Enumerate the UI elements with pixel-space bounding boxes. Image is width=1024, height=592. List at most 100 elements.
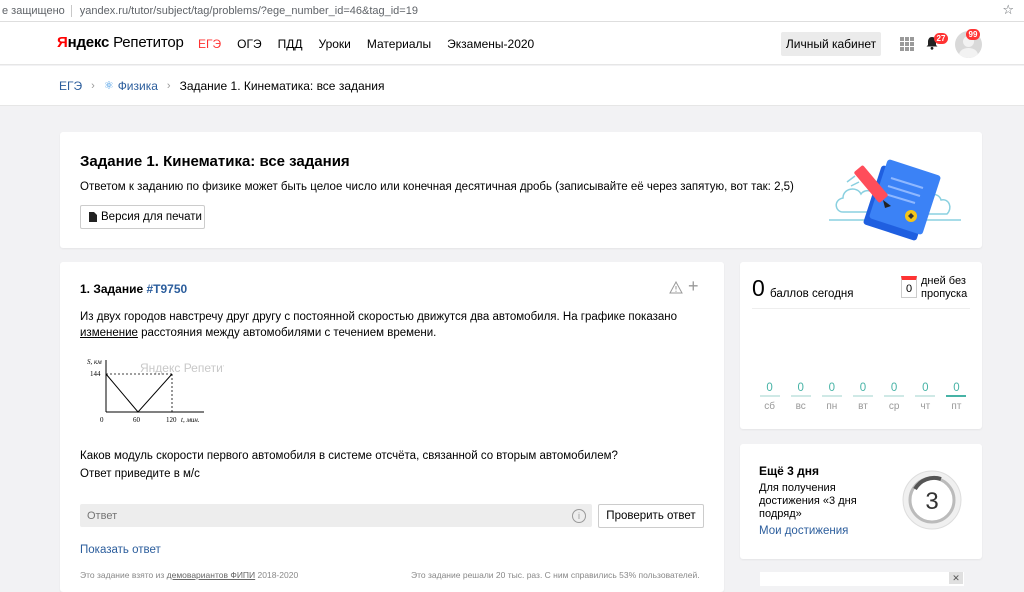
achievement-description: Для получения достижения «3 дня подряд» — [759, 482, 857, 520]
day-sat: 0 сб — [754, 382, 785, 412]
notifications-badge: 27 — [934, 33, 948, 44]
day-label: ср — [888, 401, 900, 412]
graph-y-value: 144 — [90, 370, 101, 378]
problem-solve-stats: Это задание решали 20 тыс. раз. С ним сп… — [411, 570, 700, 580]
info-icon[interactable]: i — [572, 509, 586, 523]
print-version-label: Версия для печати — [101, 211, 202, 223]
day-value: 0 — [946, 382, 967, 397]
day-label: вс — [795, 401, 806, 412]
graph-x-label: t, мин. — [181, 416, 200, 424]
day-value: 0 — [884, 382, 905, 397]
day-wed: 0 ср — [879, 382, 910, 412]
calendar-icon: 0 — [901, 276, 917, 298]
weekly-points: 0 сб 0 вс 0 пн 0 вт 0 ср 0 чт 0 пт — [754, 382, 972, 412]
medal-number: 3 — [925, 488, 938, 515]
logo-letter: Я — [57, 34, 68, 51]
source-years: 2018-2020 — [255, 570, 299, 580]
day-tue: 0 вт — [847, 382, 878, 412]
chevron-right-icon: › — [166, 79, 171, 92]
problem-question: Каков модуль скорости первого автомобиля… — [80, 450, 618, 462]
problem-id-link[interactable]: #T9750 — [146, 282, 187, 296]
nav-oge[interactable]: ОГЭ — [237, 37, 261, 51]
medal-3-days-icon: 3 — [902, 470, 962, 530]
nav-ege[interactable]: ЕГЭ — [198, 37, 221, 51]
breadcrumb: ЕГЭ › ⚛ Физика › Задание 1. Кинематика: … — [0, 66, 1024, 106]
divider — [70, 4, 72, 17]
achievement-title: Ещё 3 дня — [759, 464, 820, 478]
breadcrumb-physics[interactable]: Физика — [118, 79, 158, 93]
check-answer-button[interactable]: Проверить ответ — [598, 504, 704, 528]
problem-card: 1. Задание #T9750 + Из двух городов навс… — [60, 262, 724, 592]
day-label: сб — [764, 401, 775, 412]
main-nav: ЕГЭ ОГЭ ПДД Уроки Материалы Экзамены-202… — [198, 37, 550, 51]
problem-number: 1. Задание — [80, 282, 144, 296]
problem-source: Это задание взято из демовариантов ФИПИ … — [80, 570, 298, 580]
browser-address-bar[interactable]: е защищено yandex.ru/tutor/subject/tag/p… — [0, 0, 1024, 22]
physics-atom-icon: ⚛ — [103, 80, 114, 92]
show-answer-link[interactable]: Показать ответ — [80, 544, 161, 556]
intro-card: Задание 1. Кинематика: все задания Ответ… — [60, 132, 982, 248]
logo-brand: ндекс — [67, 34, 110, 51]
day-value: 0 — [821, 382, 842, 397]
add-to-list-icon[interactable]: + — [688, 277, 699, 295]
graph-watermark: Яндекс Репетитор — [140, 361, 224, 375]
nav-exams-2020[interactable]: Экзамены-2020 — [447, 37, 534, 51]
problem-text-underlined: изменение — [80, 327, 138, 339]
day-sun: 0 вс — [785, 382, 816, 412]
ad-banner[interactable] — [760, 572, 964, 586]
url-text[interactable]: yandex.ru/tutor/subject/tag/problems/?eg… — [80, 5, 418, 17]
graph-x-tick-120: 120 — [166, 416, 177, 424]
day-label: пн — [826, 401, 838, 412]
day-label: вт — [858, 401, 868, 412]
warning-icon[interactable] — [669, 281, 683, 294]
source-prefix: Это задание взято из — [80, 570, 167, 580]
bookmark-star-icon[interactable]: ☆ — [1002, 2, 1014, 18]
print-version-button[interactable]: Версия для печати — [80, 205, 205, 229]
breadcrumb-current: Задание 1. Кинематика: все задания — [179, 78, 385, 93]
nav-lessons[interactable]: Уроки — [319, 37, 351, 51]
chevron-right-icon: › — [91, 79, 95, 92]
problem-header: 1. Задание #T9750 — [80, 282, 187, 296]
points-today-label: баллов сегодня — [770, 288, 854, 300]
graph-y-label: S, км — [87, 358, 102, 366]
page-title: Задание 1. Кинематика: все задания — [80, 153, 350, 170]
document-icon — [89, 212, 97, 222]
page-description: Ответом к заданию по физике может быть ц… — [80, 181, 794, 193]
nav-pdd[interactable]: ПДД — [278, 37, 303, 51]
day-thu: 0 чт — [910, 382, 941, 412]
notebook-pen-illustration-icon — [829, 159, 961, 241]
account-button[interactable]: Личный кабинет — [781, 32, 881, 56]
logo[interactable]: Яндекс Репетитор — [57, 34, 184, 51]
day-mon: 0 пн — [816, 382, 847, 412]
security-status[interactable]: е защищено — [0, 5, 65, 17]
avatar-badge: 99 — [966, 29, 980, 40]
units-hint: Ответ приведите в м/с — [80, 468, 200, 480]
streak-label-line1: дней без — [921, 275, 966, 287]
achievement-card: Ещё 3 дня Для получения достижения «3 дн… — [740, 444, 982, 559]
close-icon[interactable]: ✕ — [949, 572, 963, 584]
problem-text: Из двух городов навстречу друг другу с п… — [80, 309, 680, 341]
divider — [752, 308, 970, 309]
day-fri: 0 пт — [941, 382, 972, 412]
problem-text-part1: Из двух городов навстречу друг другу с п… — [80, 311, 678, 323]
day-value: 0 — [759, 382, 780, 397]
day-value: 0 — [790, 382, 811, 397]
graph-x-tick-60: 60 — [133, 416, 141, 424]
source-link[interactable]: демовариантов ФИПИ — [167, 570, 256, 580]
streak-label-line2: пропуска — [921, 288, 968, 300]
day-label: пт — [951, 401, 962, 412]
points-today-value: 0 — [752, 275, 765, 301]
logo-product: Репетитор — [113, 34, 184, 51]
problem-text-part2: расстояния между автомобилями с течением… — [137, 327, 437, 339]
answer-input[interactable] — [80, 504, 592, 527]
day-value: 0 — [915, 382, 936, 397]
apps-grid-icon[interactable] — [900, 37, 914, 51]
graph-x-tick-0: 0 — [100, 416, 104, 424]
site-header: Яндекс Репетитор ЕГЭ ОГЭ ПДД Уроки Матер… — [0, 22, 1024, 65]
my-achievements-link[interactable]: Мои достижения — [759, 525, 848, 537]
day-value: 0 — [852, 382, 873, 397]
day-label: чт — [920, 401, 931, 412]
stats-card: 0 баллов сегодня 0 дней без пропуска 0 сб… — [740, 262, 982, 429]
breadcrumb-ege[interactable]: ЕГЭ — [59, 79, 82, 93]
nav-materials[interactable]: Материалы — [367, 37, 431, 51]
